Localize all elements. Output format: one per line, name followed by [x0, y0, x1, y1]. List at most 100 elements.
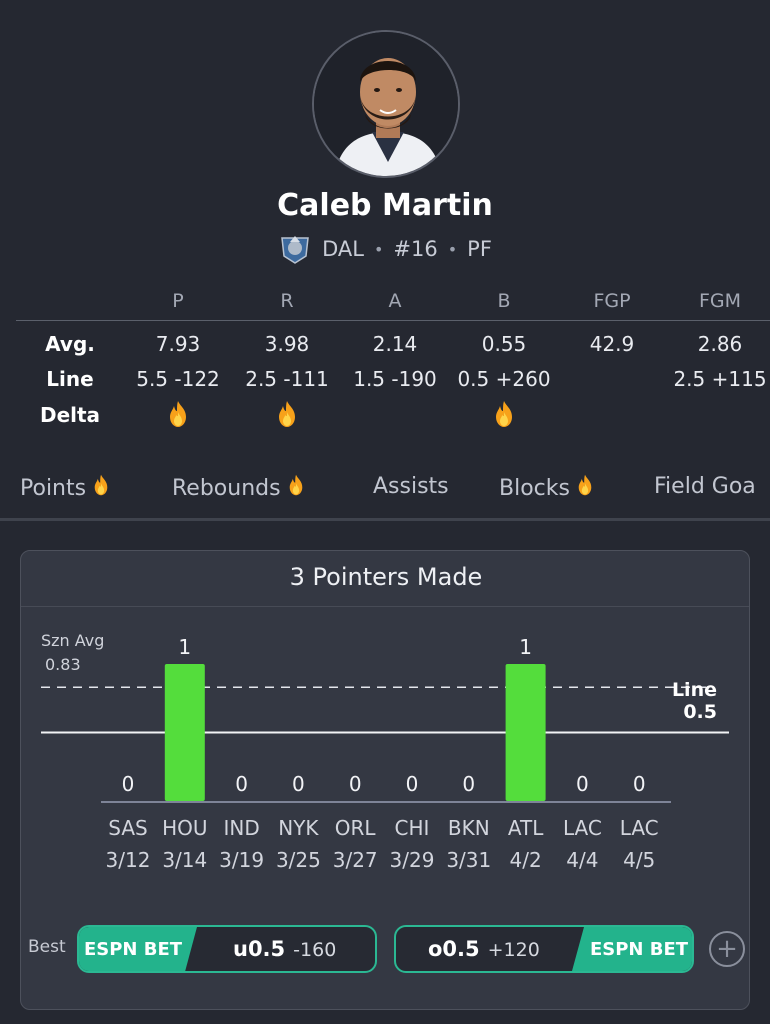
- tab-rebounds[interactable]: Rebounds: [172, 474, 305, 502]
- tab-label: Rebounds: [172, 475, 281, 501]
- plus-icon: +: [716, 934, 738, 964]
- stat-line-value: 2.5 -111: [245, 367, 329, 391]
- x-tick-date: 3/31: [446, 848, 491, 872]
- x-tick-opponent: CHI: [395, 816, 430, 840]
- fire-icon: [287, 474, 305, 502]
- line-label-value: 0.5: [683, 701, 717, 723]
- player-meta: DAL • #16 • PF: [0, 232, 770, 266]
- tab-label: Assists: [373, 474, 449, 499]
- over-bet-button[interactable]: o0.5 +120 ESPN BET: [394, 925, 694, 973]
- stat-value: 2.14: [372, 332, 418, 356]
- over-line: o0.5 +120: [428, 937, 540, 961]
- tab-blocks[interactable]: Blocks: [499, 474, 594, 502]
- under-line: u0.5 -160: [233, 937, 336, 961]
- bar-value-label: 0: [292, 772, 305, 796]
- stats-header: P R A B FGP FGM: [0, 290, 770, 320]
- x-tick-opponent: NYK: [278, 816, 319, 840]
- add-bet-button[interactable]: +: [709, 931, 745, 967]
- x-tick-date: 4/4: [566, 848, 598, 872]
- delta-fire-icon: [493, 400, 515, 433]
- row-label: Avg.: [45, 332, 95, 356]
- separator-dot: •: [373, 239, 384, 259]
- sportsbook-tag: ESPN BET: [79, 927, 197, 971]
- best-odds-row: Best ESPN BET u0.5 -160 o0.5 +120 ESPN BET…: [21, 923, 749, 973]
- sportsbook-tag: ESPN BET: [572, 927, 692, 971]
- stats-header-divider: [16, 320, 770, 321]
- line-label-text: Line: [671, 679, 717, 701]
- team-abbr: DAL: [322, 237, 364, 261]
- x-tick-opponent: HOU: [162, 816, 207, 840]
- player-avatar: [312, 30, 460, 178]
- stat-value: 0.55: [481, 332, 527, 356]
- x-tick-date: 3/29: [390, 848, 435, 872]
- bar-value-label: 0: [633, 772, 646, 796]
- bar: [505, 664, 546, 801]
- x-tick-date: 3/14: [162, 848, 207, 872]
- separator-dot: •: [447, 239, 458, 259]
- x-tick-opponent: IND: [223, 816, 259, 840]
- x-tick-opponent: BKN: [448, 816, 490, 840]
- x-tick-opponent: LAC: [620, 816, 659, 840]
- stat-tabs: Points Rebounds Assists Blocks Field Goa: [0, 474, 770, 514]
- player-name: Caleb Martin: [277, 188, 493, 223]
- x-tick-opponent: SAS: [108, 816, 147, 840]
- x-tick-opponent: ATL: [508, 816, 544, 840]
- bar-value-label: 0: [122, 772, 135, 796]
- x-tick-opponent: LAC: [563, 816, 602, 840]
- stats-row-line: Line 5.5 -122 2.5 -111 1.5 -190 0.5 +260…: [0, 367, 770, 401]
- delta-fire-icon: [167, 400, 189, 433]
- stat-value: 2.86: [697, 332, 743, 356]
- stat-line-value: 5.5 -122: [136, 367, 220, 391]
- delta-fire-icon: [276, 400, 298, 433]
- mavericks-logo-icon: [281, 236, 309, 264]
- stat-col-header: FGP: [593, 290, 631, 312]
- over-side: o0.5: [428, 937, 480, 961]
- stats-row-delta: Delta: [0, 400, 770, 434]
- prop-card: 3 Pointers Made Szn Avg 0.83 0 SAS 3/12 1 HO…: [20, 550, 750, 1010]
- jersey-number: #16: [393, 237, 438, 261]
- bar-value-label: 0: [235, 772, 248, 796]
- stat-col-header: A: [388, 290, 402, 312]
- tab-field-goals[interactable]: Field Goa: [654, 474, 756, 499]
- bar-value-label: 0: [406, 772, 419, 796]
- player-position: PF: [467, 237, 492, 261]
- tab-assists[interactable]: Assists: [373, 474, 449, 499]
- under-odds: -160: [293, 939, 337, 961]
- best-label: Best: [28, 937, 66, 957]
- row-label: Line: [46, 367, 94, 391]
- bar-value-label: 1: [519, 635, 532, 659]
- stat-col-header: P: [172, 290, 184, 312]
- prop-line-label: Line 0.5: [672, 679, 717, 723]
- bar-value-label: 0: [462, 772, 475, 796]
- x-tick-date: 3/12: [106, 848, 151, 872]
- bar: [164, 664, 205, 801]
- stat-col-header: B: [497, 290, 511, 312]
- tab-label: Field Goa: [654, 474, 756, 499]
- stat-value: 3.98: [264, 332, 310, 356]
- under-bet-button[interactable]: ESPN BET u0.5 -160: [77, 925, 377, 973]
- x-tick-date: 3/25: [276, 848, 321, 872]
- stats-row-avg: Avg. 7.93 3.98 2.14 0.55 42.9 2.86: [0, 332, 770, 366]
- stat-value: 42.9: [589, 332, 635, 356]
- player-photo: [314, 32, 458, 176]
- bar-value-label: 0: [576, 772, 589, 796]
- tab-label: Blocks: [499, 475, 570, 501]
- under-side: u0.5: [233, 937, 286, 961]
- stat-line-value: 0.5 +260: [457, 367, 551, 391]
- x-tick-date: 3/19: [219, 848, 264, 872]
- tab-label: Points: [20, 475, 87, 501]
- x-tick-date: 4/5: [623, 848, 655, 872]
- tabs-divider: [0, 518, 770, 521]
- tab-points[interactable]: Points: [20, 474, 110, 502]
- fire-icon: [92, 474, 110, 502]
- over-odds: +120: [487, 939, 540, 961]
- bar-value-label: 0: [349, 772, 362, 796]
- fire-icon: [576, 474, 594, 502]
- stat-col-header: R: [280, 290, 294, 312]
- game-log-chart: 0 SAS 3/12 1 HOU 3/14 0 IND 3/19 0 NYK 3/25 0 ORL 3/27…: [41, 635, 729, 872]
- stat-col-header: FGM: [698, 290, 742, 312]
- bar-value-label: 1: [178, 635, 191, 659]
- stat-line-value: 2.5 +115: [673, 367, 767, 391]
- x-tick-date: 4/2: [510, 848, 542, 872]
- row-label: Delta: [39, 403, 101, 427]
